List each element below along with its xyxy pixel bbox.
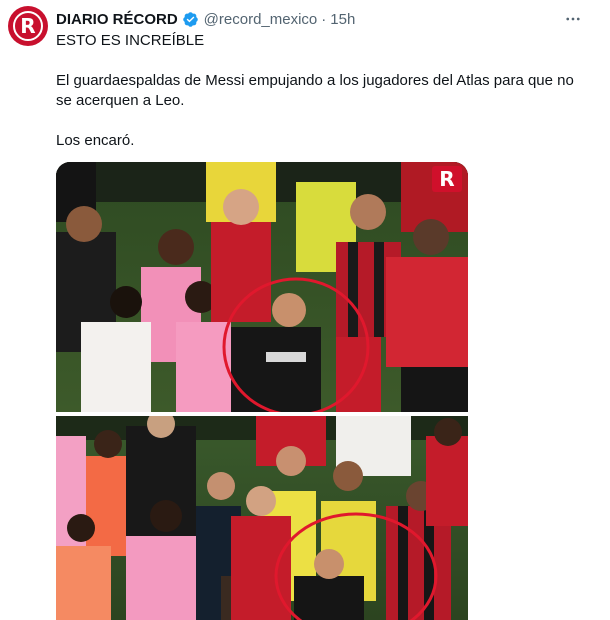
photo-scene-bottom bbox=[56, 416, 468, 620]
more-horizontal-icon[interactable] bbox=[560, 6, 586, 32]
tweet-card[interactable]: R DIARIO RÉCORD @record_mexico · 15h EST… bbox=[0, 0, 610, 620]
media-photo-2[interactable] bbox=[56, 416, 468, 620]
post-time[interactable]: 15h bbox=[330, 11, 355, 28]
account-name[interactable]: DIARIO RÉCORD bbox=[56, 11, 178, 28]
tweet-text-headline: ESTO ES INCREÍBLE bbox=[56, 32, 205, 49]
media-photo-1[interactable]: R bbox=[56, 162, 468, 412]
avatar[interactable]: R bbox=[8, 6, 48, 46]
tweet-header: DIARIO RÉCORD @record_mexico · 15h bbox=[56, 8, 560, 30]
record-logo-icon: R bbox=[13, 11, 43, 41]
verified-badge-icon bbox=[182, 11, 198, 27]
more-dots-icon bbox=[566, 17, 580, 21]
account-handle[interactable]: @record_mexico bbox=[204, 11, 318, 28]
tweet-text-closing: Los encaró. bbox=[56, 132, 135, 149]
watermark-logo: R bbox=[432, 166, 462, 192]
tweet-media[interactable]: R bbox=[56, 162, 468, 620]
photo-scene-top bbox=[56, 162, 468, 412]
tweet-text-body: El guardaespaldas de Messi empujando a l… bbox=[56, 72, 574, 109]
dot-separator: · bbox=[321, 10, 327, 28]
